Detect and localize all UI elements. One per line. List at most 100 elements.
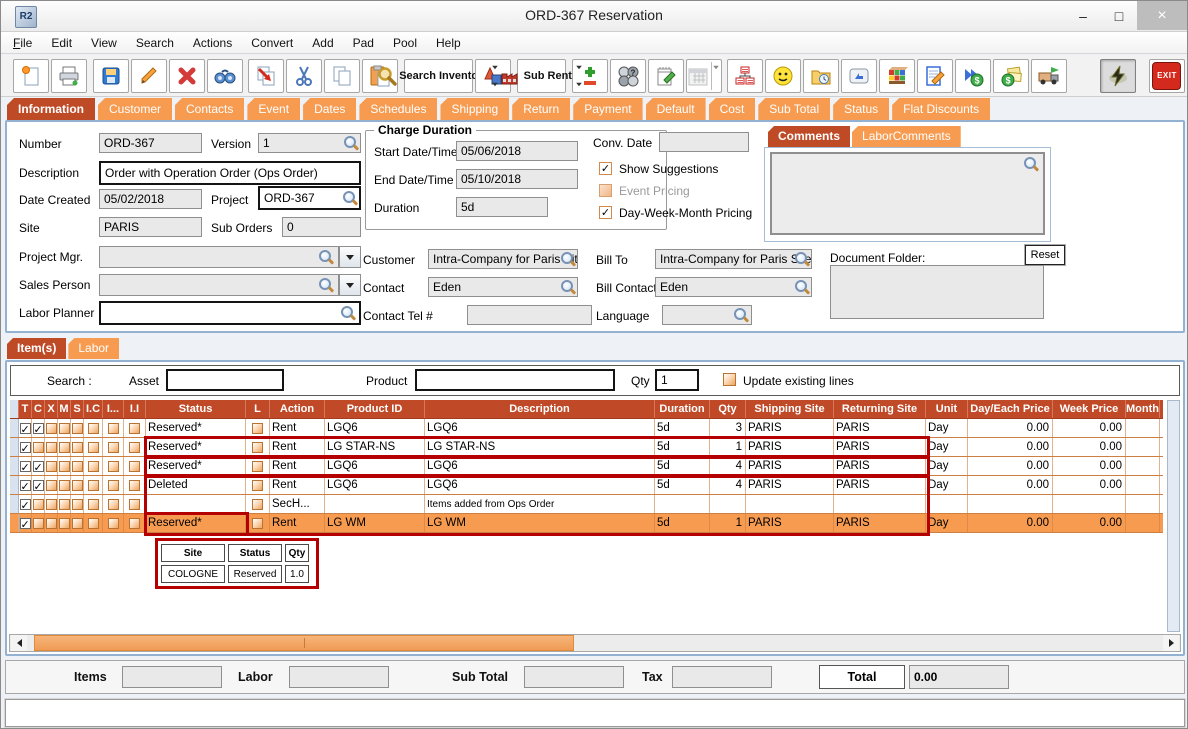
menu-item-actions[interactable]: Actions <box>193 36 232 50</box>
unchecked-checkbox-icon[interactable] <box>88 480 99 491</box>
row-4-check-s[interactable] <box>71 476 84 494</box>
cell-duration[interactable]: 5d <box>655 457 710 475</box>
quick-flash-button[interactable] <box>1100 59 1136 93</box>
delivery-truck-button[interactable] <box>1031 59 1067 93</box>
cell-shipping-site[interactable]: PARIS <box>746 457 834 475</box>
contact-lookup-icon[interactable] <box>561 280 575 294</box>
row-2-check-i-[interactable] <box>103 438 124 456</box>
checked-checkbox-icon[interactable] <box>33 423 44 434</box>
cell-returning-site[interactable]: PARIS <box>834 419 926 437</box>
edit-order-button[interactable] <box>917 59 953 93</box>
row-6-check-i-c[interactable] <box>84 514 103 532</box>
unchecked-checkbox-icon[interactable] <box>46 442 57 453</box>
cell-day-each-price[interactable]: 0.00 <box>968 476 1053 494</box>
project-mgr-lookup-icon[interactable] <box>319 250 333 264</box>
row-2-check-s[interactable] <box>71 438 84 456</box>
tab-labor-comments[interactable]: LaborComments <box>852 126 961 147</box>
notes-button[interactable] <box>648 59 684 93</box>
cell-unit[interactable]: Day <box>926 457 968 475</box>
unchecked-checkbox-icon[interactable] <box>72 499 83 510</box>
show-suggestions-checkbox[interactable] <box>599 162 612 175</box>
unchecked-checkbox-icon[interactable] <box>33 518 44 529</box>
row-5-check-s[interactable] <box>71 495 84 513</box>
unchecked-checkbox-icon[interactable] <box>88 423 99 434</box>
cell-duration[interactable]: 5d <box>655 438 710 456</box>
cell-returning-site[interactable]: PARIS <box>834 457 926 475</box>
table-row[interactable]: SecH... Items added from Ops Order <box>10 495 1163 514</box>
cell-l-check[interactable] <box>246 476 270 494</box>
labor-planner-field[interactable] <box>99 301 361 325</box>
row-6-check-x[interactable] <box>45 514 58 532</box>
cell-status[interactable]: Deleted <box>146 476 246 494</box>
cell-action[interactable]: SecH... <box>270 495 325 513</box>
cell-action[interactable]: Rent <box>270 438 325 456</box>
tab-default[interactable]: Default <box>646 98 706 120</box>
qty-input[interactable]: 1 <box>655 369 699 391</box>
menu-item-view[interactable]: View <box>91 36 117 50</box>
column-header-status[interactable]: Status <box>146 400 246 418</box>
find-button[interactable] <box>207 59 243 93</box>
tab-return[interactable]: Return <box>512 98 570 120</box>
unchecked-checkbox-icon[interactable] <box>46 518 57 529</box>
row-1-check-i-[interactable] <box>103 419 124 437</box>
cell-week-price[interactable]: 0.00 <box>1053 457 1126 475</box>
cell-day-each-price[interactable]: 0.00 <box>968 419 1053 437</box>
tab-customer[interactable]: Customer <box>98 98 172 120</box>
cell-month[interactable] <box>1126 438 1160 456</box>
tab-sub-total[interactable]: Sub Total <box>758 98 830 120</box>
close-button[interactable]: × <box>1137 1 1187 30</box>
cell-returning-site[interactable] <box>834 495 926 513</box>
unchecked-checkbox-icon[interactable] <box>59 442 70 453</box>
cell-status[interactable]: Reserved* <box>146 457 246 475</box>
unchecked-checkbox-icon[interactable] <box>108 480 119 491</box>
cell-description[interactable]: Items added from Ops Order <box>425 495 655 513</box>
unchecked-checkbox-icon[interactable] <box>88 442 99 453</box>
cell-status[interactable]: Reserved* <box>146 438 246 456</box>
cell-week-price[interactable]: 0.00 <box>1053 514 1126 532</box>
unchecked-checkbox-icon[interactable] <box>252 461 263 472</box>
scroll-thumb[interactable] <box>34 635 574 651</box>
menu-item-add[interactable]: Add <box>312 36 333 50</box>
cell-product-id[interactable]: LG STAR-NS <box>325 438 425 456</box>
checked-checkbox-icon[interactable] <box>20 499 31 510</box>
cell-day-each-price[interactable]: 0.00 <box>968 438 1053 456</box>
row-6-check-s[interactable] <box>71 514 84 532</box>
cell-l-check[interactable] <box>246 438 270 456</box>
unchecked-checkbox-icon[interactable] <box>252 423 263 434</box>
unchecked-checkbox-icon[interactable] <box>59 461 70 472</box>
row-3-check-i-i[interactable] <box>124 457 146 475</box>
substitutes-button[interactable]: ? <box>610 59 646 93</box>
row-1-check-i-i[interactable] <box>124 419 146 437</box>
maximize-button[interactable]: □ <box>1101 1 1137 30</box>
table-row[interactable]: Reserved*RentLGQ6LGQ65d3PARISPARISDay0.0… <box>10 419 1163 438</box>
row-2-check-m[interactable] <box>58 438 71 456</box>
cell-description[interactable]: LGQ6 <box>425 476 655 494</box>
column-header-t[interactable]: T <box>19 400 32 418</box>
version-lookup-icon[interactable] <box>344 136 358 150</box>
cell-duration[interactable]: 5d <box>655 514 710 532</box>
add-line-button[interactable] <box>572 59 608 93</box>
cell-week-price[interactable]: 0.00 <box>1053 438 1126 456</box>
cell-shipping-site[interactable]: PARIS <box>746 514 834 532</box>
row-4-check-i-c[interactable] <box>84 476 103 494</box>
row-6-check-c[interactable] <box>32 514 45 532</box>
cell-description[interactable]: LG STAR-NS <box>425 438 655 456</box>
column-header-action[interactable]: Action <box>270 400 325 418</box>
menu-item-convert[interactable]: Convert <box>251 36 293 50</box>
version-field[interactable]: 1 <box>258 133 361 153</box>
column-header-week-price[interactable]: Week Price <box>1053 400 1126 418</box>
cell-unit[interactable]: Day <box>926 476 968 494</box>
row-2-check-i-c[interactable] <box>84 438 103 456</box>
unchecked-checkbox-icon[interactable] <box>129 518 140 529</box>
cell-product-id[interactable] <box>325 495 425 513</box>
cell-l-check[interactable] <box>246 457 270 475</box>
row-2-check-i-i[interactable] <box>124 438 146 456</box>
unchecked-checkbox-icon[interactable] <box>46 423 57 434</box>
checked-checkbox-icon[interactable] <box>20 461 31 472</box>
unchecked-checkbox-icon[interactable] <box>129 461 140 472</box>
unchecked-checkbox-icon[interactable] <box>108 442 119 453</box>
cell-status[interactable]: Reserved* <box>146 514 246 532</box>
unchecked-checkbox-icon[interactable] <box>72 423 83 434</box>
row-4-check-c[interactable] <box>32 476 45 494</box>
row-2-check-x[interactable] <box>45 438 58 456</box>
